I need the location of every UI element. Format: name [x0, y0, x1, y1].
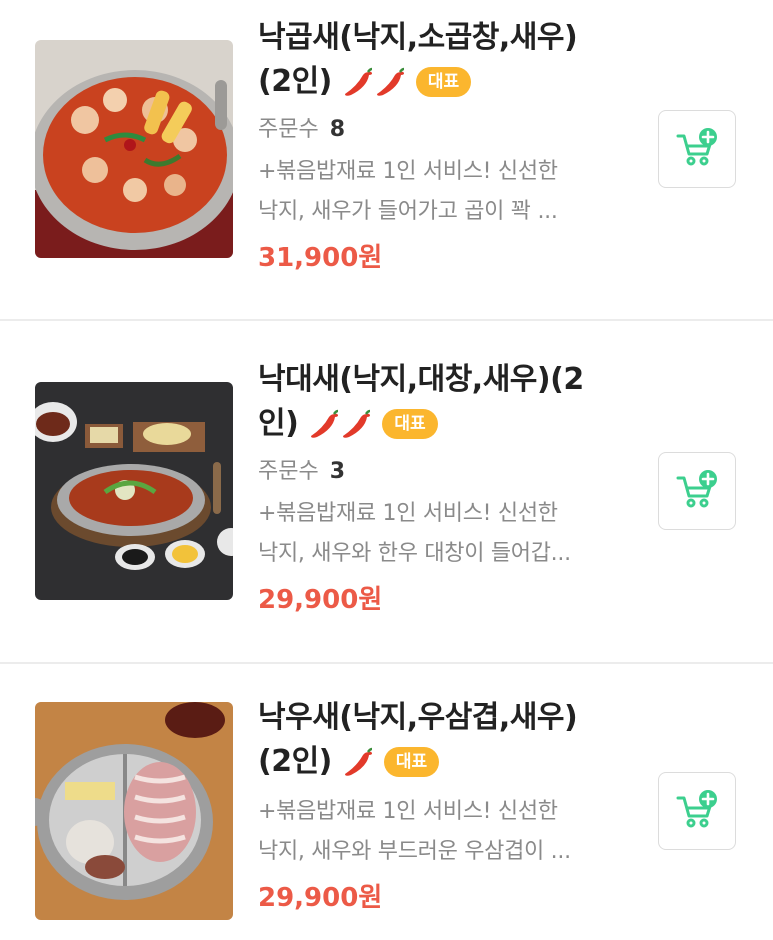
item-price: 29,900원: [258, 585, 383, 615]
order-count-value: 3: [329, 459, 346, 484]
item-title: 낙곱새(낙지,소곱창,새우): [258, 20, 578, 55]
order-count-label: 주문수: [258, 117, 319, 142]
item-title-line2: (2인): [258, 64, 332, 99]
signature-badge: 대표: [415, 67, 472, 97]
item-description: +볶음밥재료 1인 서비스! 신선한 낙지, 새우와 한우 대창이 들어갑...: [258, 494, 638, 574]
description-line: +볶음밥재료 1인 서비스! 신선한: [258, 501, 558, 526]
chili-pepper-icon: [344, 67, 373, 96]
order-count-label: 주문수: [258, 459, 319, 484]
description-line: +볶음밥재료 1인 서비스! 신선한: [258, 799, 558, 824]
item-description: +볶음밥재료 1인 서비스! 신선한 낙지, 새우가 들어가고 곱이 꽉 ...: [258, 152, 638, 232]
item-price: 31,900원: [258, 243, 383, 273]
order-count: 주문수 3: [258, 456, 638, 488]
signature-badge: 대표: [383, 747, 440, 777]
description-line: 낙지, 새우가 들어가고 곱이 꽉 ...: [258, 199, 558, 224]
chili-pepper-icon: [311, 409, 339, 438]
menu-item[interactable]: 낙곱새(낙지,소곱창,새우) (2인) 대표 주문수 8 +볶음밥재료 1인 서…: [0, 0, 773, 320]
add-to-cart-button[interactable]: [658, 452, 736, 530]
spicy-level: [308, 408, 372, 440]
description-line: +볶음밥재료 1인 서비스! 신선한: [258, 159, 558, 184]
description-line: 낙지, 새우와 한우 대창이 들어갑...: [258, 541, 571, 566]
add-to-cart-button[interactable]: [658, 110, 736, 188]
item-title-line2: (2인): [258, 744, 332, 779]
cart-add-icon: [676, 128, 717, 166]
order-count: 주문수 8: [258, 114, 638, 146]
chili-pepper-icon: [376, 67, 405, 96]
menu-item[interactable]: 낙우새(낙지,우삼겹,새우) (2인) 대표 +볶음밥재료 1인 서비스! 신선…: [0, 664, 773, 940]
item-title: 낙우새(낙지,우삼겹,새우): [258, 700, 578, 735]
chili-pepper-icon: [343, 409, 371, 438]
food-image[interactable]: [35, 702, 233, 920]
description-line: 낙지, 새우와 부드러운 우삼겹이 ...: [258, 839, 571, 864]
add-to-cart-button[interactable]: [658, 772, 736, 850]
signature-badge: 대표: [382, 409, 438, 439]
item-title: 낙대새(낙지,대창,새우)(2: [258, 362, 584, 397]
spicy-level: [342, 66, 406, 98]
spicy-level: [342, 746, 374, 778]
food-image[interactable]: [35, 40, 233, 258]
item-price: 29,900원: [258, 883, 383, 913]
item-description: +볶음밥재료 1인 서비스! 신선한 낙지, 새우와 부드러운 우삼겹이 ...: [258, 792, 638, 872]
cart-add-icon: [676, 470, 717, 508]
chili-pepper-icon: [344, 747, 373, 776]
cart-add-icon: [676, 790, 717, 828]
order-count-value: 8: [329, 117, 346, 142]
item-title-line2: 인): [258, 406, 299, 441]
menu-item[interactable]: 낙대새(낙지,대창,새우)(2 인) 대표 주문수 3 +볶음밥재료 1인 서비…: [0, 321, 773, 662]
food-image[interactable]: [35, 382, 233, 600]
